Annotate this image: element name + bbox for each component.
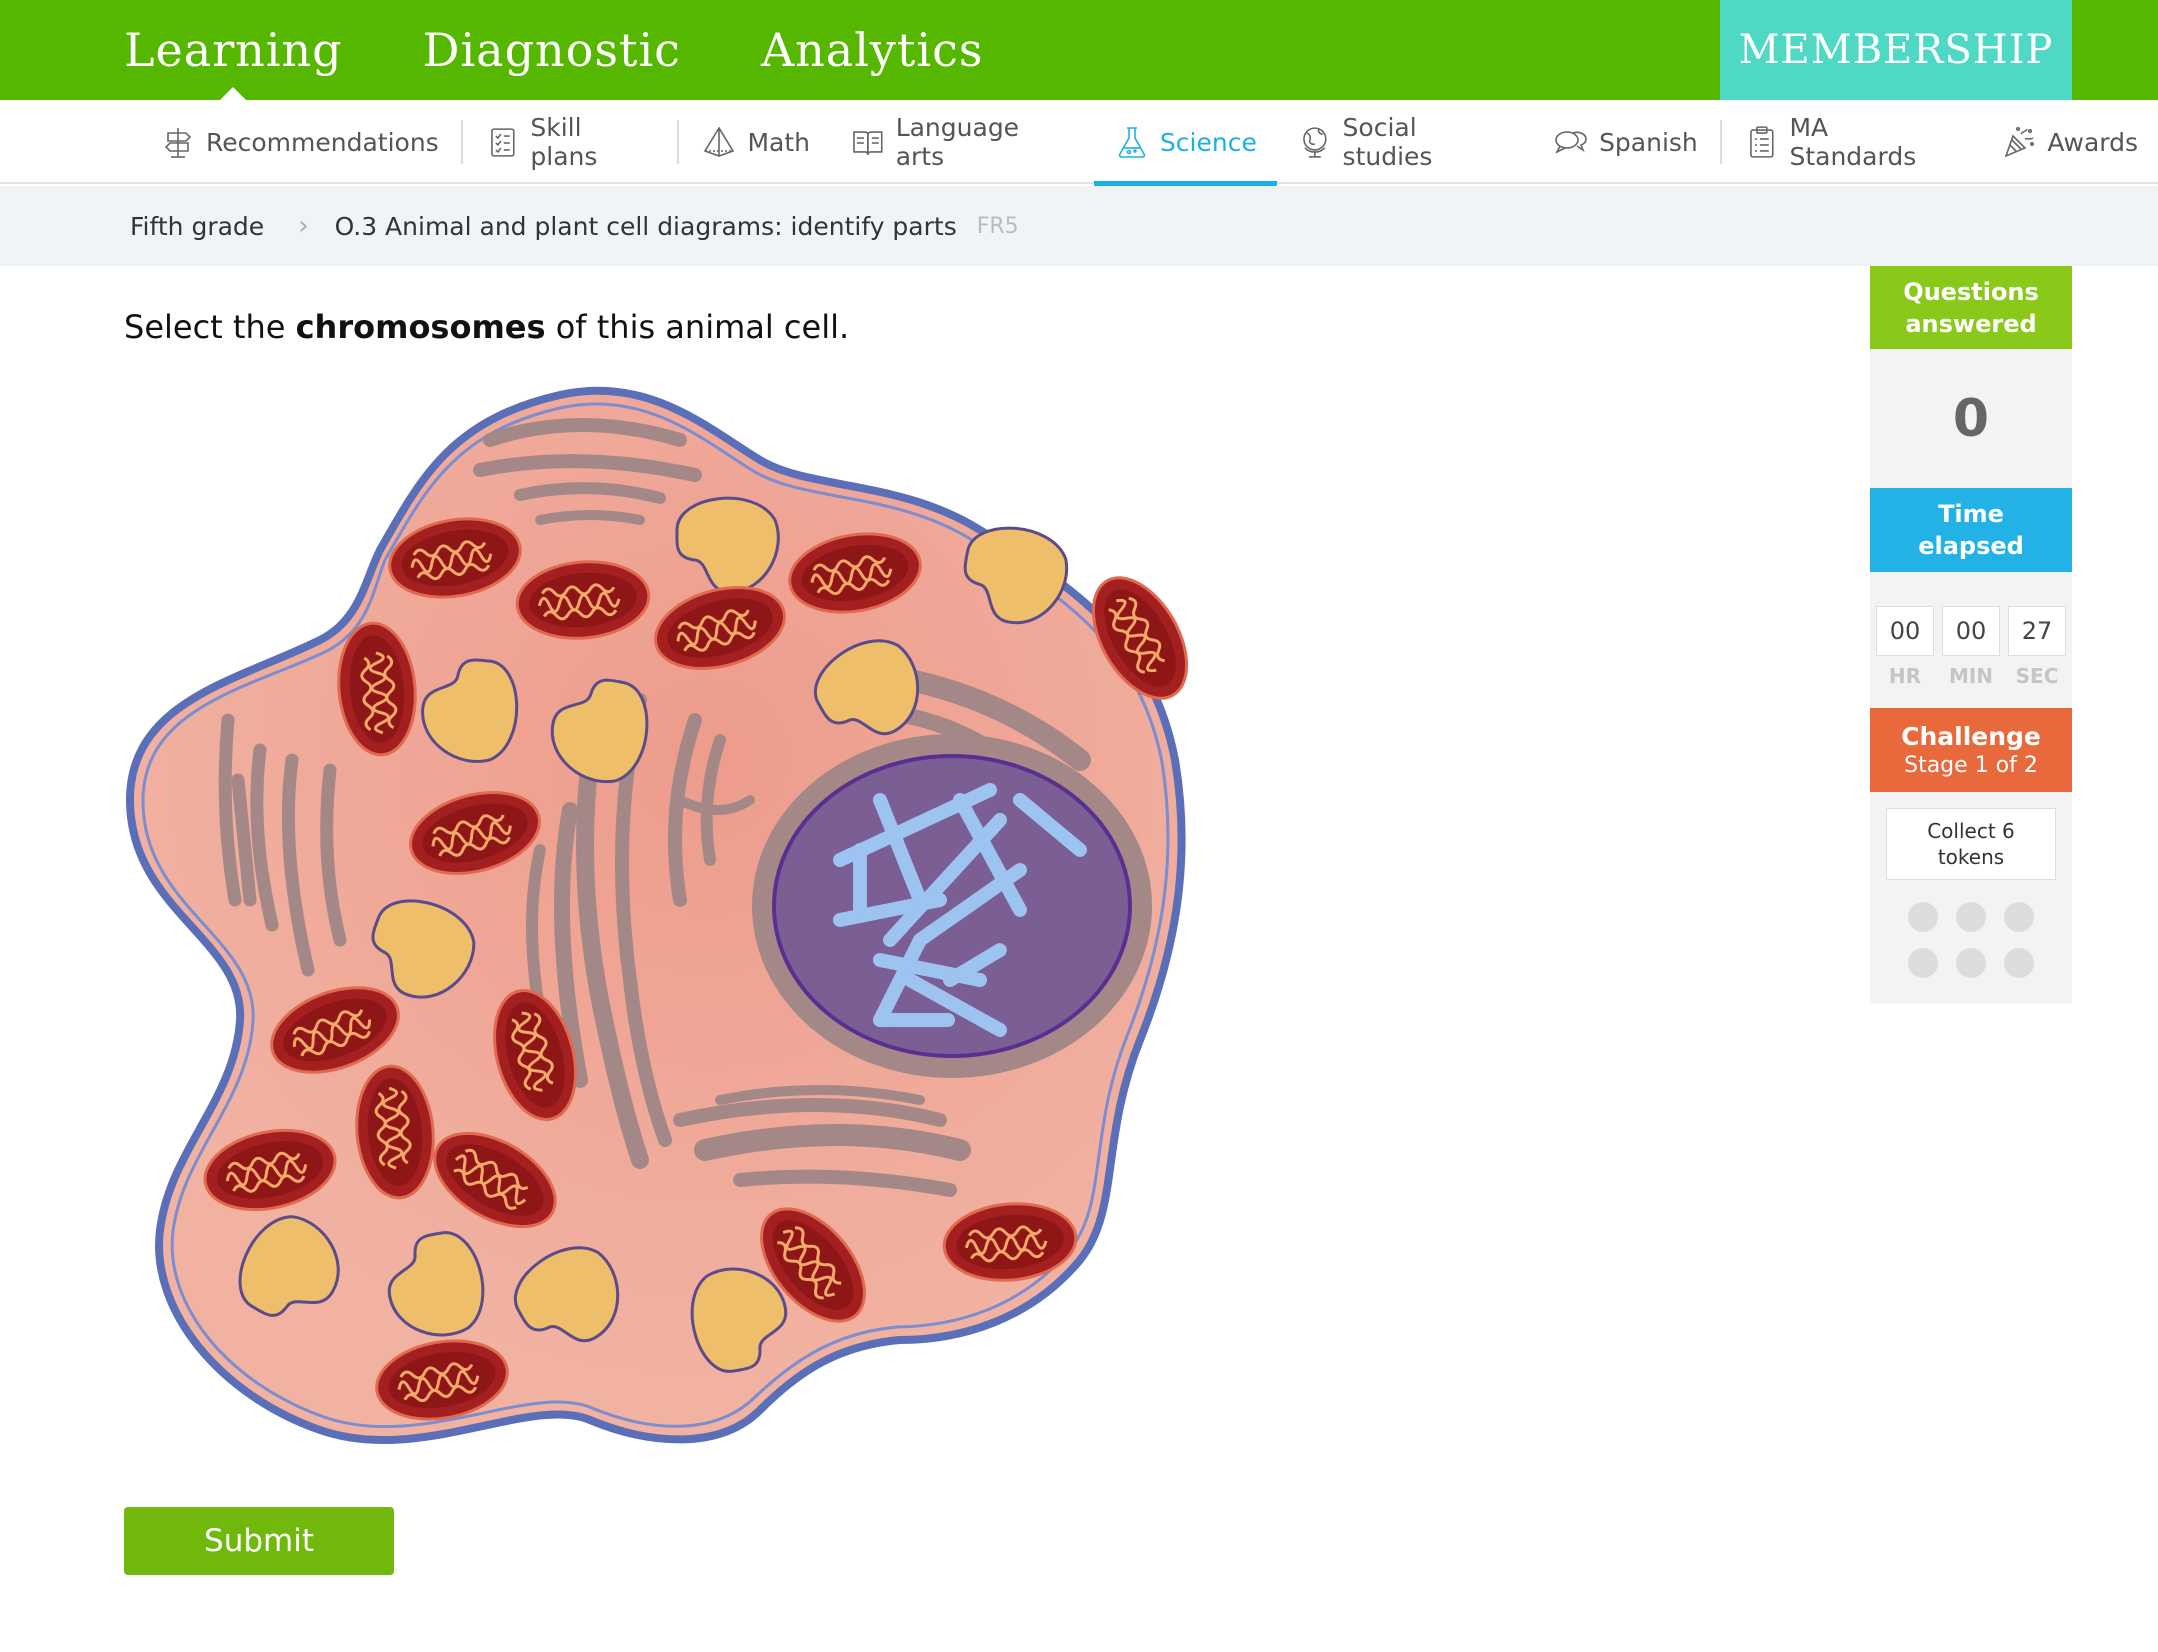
flask-icon — [1118, 127, 1146, 158]
subnav-label: Recommendations — [206, 127, 439, 157]
challenge-stage: Stage 1 of 2 — [1904, 753, 2038, 778]
main-nav: Learning Diagnostic Analytics — [124, 0, 984, 101]
skill-code: FR5 — [976, 213, 1019, 239]
subnav-label: Science — [1159, 127, 1257, 157]
subnav-recommendations[interactable]: Recommendations — [140, 100, 459, 184]
question-suffix: of this animal cell. — [545, 308, 850, 346]
question-term: chromosomes — [295, 308, 546, 346]
divider — [1719, 120, 1722, 164]
nav-diagnostic[interactable]: Diagnostic — [423, 0, 681, 100]
subnav-label: Skill plans — [530, 113, 598, 171]
token-slot — [2004, 902, 2034, 932]
signpost-icon — [164, 128, 192, 158]
subnav-label: Language arts — [895, 113, 1020, 171]
party-popper-icon — [2005, 126, 2035, 158]
subnav-science[interactable]: Science — [1093, 100, 1277, 186]
breadcrumb-skill: O.3 Animal and plant cell diagrams: iden… — [334, 211, 957, 241]
timer-seconds: 27 — [2008, 606, 2066, 656]
collect-text: Collect 6 tokens — [1927, 819, 2015, 869]
token-slot — [1908, 948, 1938, 978]
subnav-social-studies[interactable]: Social studies — [1277, 100, 1533, 184]
token-slot — [1956, 948, 1986, 978]
timer-hours: 00 — [1876, 606, 1934, 656]
membership-button[interactable]: MEMBERSHIP — [1720, 0, 2072, 100]
subnav-label: Math — [747, 127, 810, 157]
divider — [677, 120, 680, 164]
book-icon — [853, 131, 883, 155]
token-slot — [1908, 902, 1938, 932]
pyramid-icon — [704, 126, 735, 157]
questions-answered-count: 0 — [1952, 389, 1990, 449]
timer-labels: HR MIN SEC — [1876, 664, 2066, 688]
nav-learning[interactable]: Learning — [124, 0, 343, 101]
token-slot — [2004, 948, 2034, 978]
breadcrumb-grade[interactable]: Fifth grade — [130, 212, 264, 241]
breadcrumb-bar: Fifth grade › O.3 Animal and plant cell … — [0, 186, 2158, 266]
subnav-skill-plans[interactable]: Skill plans — [465, 100, 676, 184]
breadcrumb: Fifth grade › O.3 Animal and plant cell … — [130, 186, 1019, 266]
top-bar: Learning Diagnostic Analytics MEMBERSHIP — [0, 0, 2158, 101]
subnav-label: Awards — [2047, 127, 2138, 157]
subnav-spanish[interactable]: Spanish — [1533, 100, 1718, 184]
question-prefix: Select the — [124, 308, 296, 346]
divider — [460, 120, 463, 164]
timer-minutes: 00 — [1942, 606, 2000, 656]
challenge-title: Challenge — [1901, 722, 2041, 751]
subnav-math[interactable]: Math — [681, 100, 830, 184]
nav-analytics[interactable]: Analytics — [761, 0, 984, 100]
token-tracker — [1908, 902, 2034, 978]
challenge-header: Challenge Stage 1 of 2 — [1870, 708, 2072, 792]
progress-sidebar: Questions answered 0 Time elapsed 00 00 … — [1870, 266, 2072, 1004]
subnav-awards[interactable]: Awards — [1981, 100, 2158, 184]
time-elapsed-header: Time elapsed — [1870, 488, 2072, 572]
subnav-language-arts[interactable]: Language arts — [830, 100, 1094, 184]
timer-seconds-label: SEC — [2015, 664, 2059, 688]
subnav-label: MA Standards — [1789, 113, 1917, 171]
animal-cell-diagram — [125, 386, 1208, 1444]
speech-bubbles-icon — [1555, 131, 1587, 154]
timer: 00 00 27 — [1876, 606, 2066, 656]
challenge-goal: Collect 6 tokens — [1886, 808, 2056, 880]
submit-button[interactable]: Submit — [124, 1507, 394, 1575]
subnav-label: Social studies — [1342, 113, 1433, 171]
clipboard-icon — [1749, 126, 1774, 158]
subnav-ma-standards[interactable]: MA Standards — [1724, 100, 1982, 184]
subnav-label: Spanish — [1599, 127, 1698, 157]
questions-answered-header: Questions answered — [1870, 266, 2072, 349]
nucleus[interactable] — [752, 734, 1152, 1078]
subject-nav: Recommendations Skill plans Math Languag… — [0, 100, 2158, 186]
checklist-icon — [490, 128, 515, 157]
timer-minutes-label: MIN — [1948, 664, 1994, 688]
token-slot — [1956, 902, 1986, 932]
timer-hours-label: HR — [1888, 664, 1922, 688]
question-prompt: Select the chromosomes of this animal ce… — [124, 308, 849, 346]
chevron-right-icon: › — [298, 211, 309, 241]
globe-icon — [1302, 127, 1327, 158]
